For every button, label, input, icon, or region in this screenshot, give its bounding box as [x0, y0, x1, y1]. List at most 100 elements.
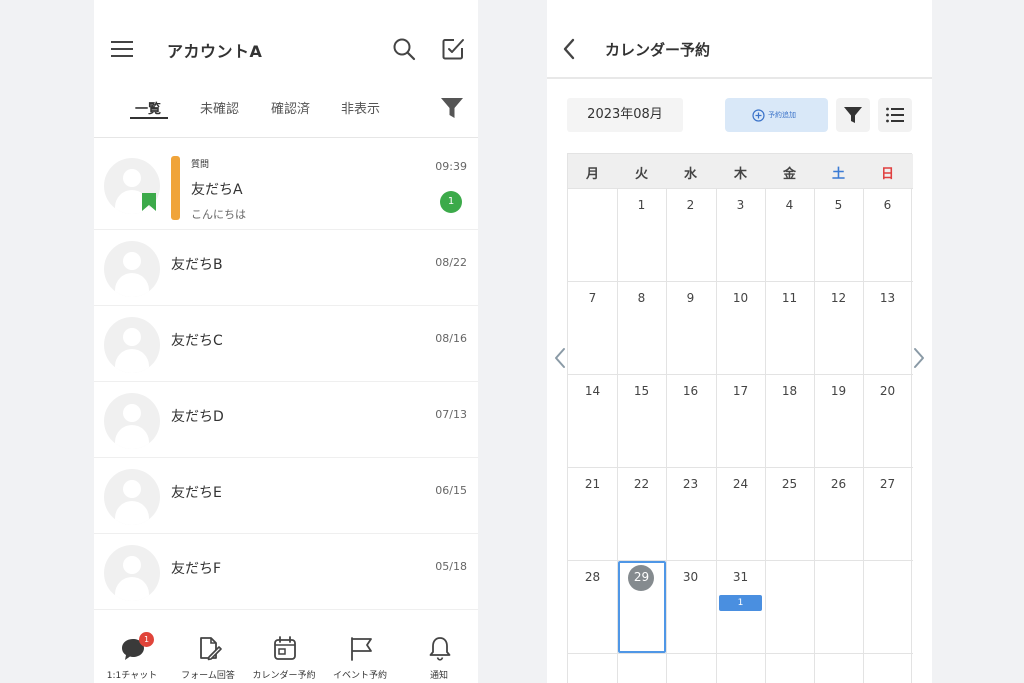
next-month-chevron-icon[interactable]: [912, 347, 926, 369]
chat-row-friend-a[interactable]: 質問 友だちA こんにちは 09:39 1: [94, 138, 478, 230]
nav-calendar[interactable]: カレンダー予約: [246, 620, 322, 683]
day-3[interactable]: 3: [716, 198, 765, 212]
chat-row-friend-f[interactable]: 友だちF 05/18: [94, 534, 478, 610]
filter-icon[interactable]: [440, 96, 464, 120]
tab-all[interactable]: 一覧: [135, 98, 161, 117]
chat-row-friend-c[interactable]: 友だちC 08/16: [94, 306, 478, 382]
day-21[interactable]: 21: [568, 477, 617, 491]
day-19[interactable]: 19: [814, 384, 863, 398]
day-24[interactable]: 24: [716, 477, 765, 491]
list-view-button[interactable]: [878, 98, 912, 132]
grid-hline: [568, 281, 913, 282]
chat-name: 友だちB: [171, 257, 223, 273]
calendar-screen: カレンダー予約 2023年08月 予約追加 月 火 水 木 金 土 日 1 2 …: [547, 0, 932, 683]
nav-calendar-label: カレンダー予約: [252, 671, 316, 681]
day-8[interactable]: 8: [617, 291, 666, 305]
chat-preview: こんにちは: [191, 208, 246, 221]
day-25[interactable]: 25: [765, 477, 814, 491]
chat-list-screen: アカウントA 一覧 未確認 確認済 非表示 質問 友だちA こんにちは 09:3…: [94, 0, 478, 683]
menu-icon[interactable]: [111, 38, 133, 60]
chat-row-friend-d[interactable]: 友だちD 07/13: [94, 382, 478, 458]
day-22[interactable]: 22: [617, 477, 666, 491]
add-reservation-button[interactable]: 予約追加: [725, 98, 828, 132]
chat-time: 06/15: [435, 484, 467, 497]
day-30[interactable]: 30: [666, 570, 715, 584]
grid-hline: [568, 653, 913, 654]
day-17[interactable]: 17: [716, 384, 765, 398]
day-16[interactable]: 16: [666, 384, 715, 398]
tab-unconfirmed[interactable]: 未確認: [200, 98, 239, 117]
chat-time: 08/22: [435, 256, 467, 269]
grid-hline: [568, 467, 913, 468]
reservation-count-chip[interactable]: 1: [719, 595, 762, 611]
filter-button[interactable]: [836, 98, 870, 132]
nav-chat-label: 1:1チャット: [106, 671, 158, 681]
nav-event[interactable]: イベント予約: [322, 620, 398, 683]
weekday-mon: 月: [585, 167, 599, 182]
day-20[interactable]: 20: [863, 384, 912, 398]
chat-list: 質問 友だちA こんにちは 09:39 1 友だちB 08/22 友だちC 08…: [94, 138, 478, 610]
day-23[interactable]: 23: [666, 477, 715, 491]
day-2[interactable]: 2: [666, 198, 715, 212]
avatar: [104, 317, 160, 373]
day-9[interactable]: 9: [666, 291, 715, 305]
day-13[interactable]: 13: [863, 291, 912, 305]
chat-time: 07/13: [435, 408, 467, 421]
chat-row-friend-e[interactable]: 友だちE 06/15: [94, 458, 478, 534]
day-18[interactable]: 18: [765, 384, 814, 398]
day-11[interactable]: 11: [765, 291, 814, 305]
compose-icon[interactable]: [441, 37, 465, 61]
account-title[interactable]: アカウントA: [167, 38, 262, 62]
chat-name: 友だちD: [171, 409, 224, 425]
bookmark-icon: [142, 193, 156, 211]
grid-vline: [716, 188, 717, 683]
back-chevron-icon[interactable]: [561, 38, 577, 60]
day-6[interactable]: 6: [863, 198, 912, 212]
nav-event-label: イベント予約: [332, 671, 387, 681]
nav-chat[interactable]: 1 1:1チャット: [94, 620, 170, 683]
prev-month-chevron-icon[interactable]: [553, 347, 567, 369]
chat-time: 09:39: [435, 160, 467, 173]
nav-form[interactable]: フォーム回答: [170, 620, 246, 683]
search-icon[interactable]: [392, 37, 416, 61]
day-28[interactable]: 28: [568, 570, 617, 584]
bottom-nav: 1 1:1チャット フォーム回答 カレンダー予約 イベント予約 通知: [94, 620, 478, 683]
grid-hline: [568, 188, 913, 189]
chat-name: 友だちF: [171, 561, 222, 577]
filter-icon: [844, 107, 862, 123]
weekday-thu: 木: [733, 167, 747, 182]
day-15[interactable]: 15: [617, 384, 666, 398]
chat-tabs: 一覧 未確認 確認済 非表示: [94, 92, 478, 138]
day-7[interactable]: 7: [568, 291, 617, 305]
day-5[interactable]: 5: [814, 198, 863, 212]
weekday-wed: 水: [683, 167, 697, 182]
day-31[interactable]: 31: [716, 570, 765, 584]
chat-name: 友だちE: [171, 485, 222, 501]
day-4[interactable]: 4: [765, 198, 814, 212]
weekday-sun: 日: [880, 167, 894, 182]
chat-row-friend-b[interactable]: 友だちB 08/22: [94, 230, 478, 306]
day-12[interactable]: 12: [814, 291, 863, 305]
nav-notification[interactable]: 通知: [401, 620, 477, 683]
chat-unread-badge: 1: [139, 632, 154, 647]
chat-tag: 質問: [191, 160, 210, 170]
day-26[interactable]: 26: [814, 477, 863, 491]
bell-icon: [429, 637, 451, 661]
day-14[interactable]: 14: [568, 384, 617, 398]
chat-name: 友だちA: [191, 182, 243, 198]
list-icon: [886, 107, 904, 123]
day-10[interactable]: 10: [716, 291, 765, 305]
avatar: [104, 393, 160, 449]
page-title: カレンダー予約: [605, 41, 711, 59]
selected-day-frame: [618, 561, 666, 653]
tab-confirmed[interactable]: 確認済: [271, 98, 310, 117]
day-27[interactable]: 27: [863, 477, 912, 491]
chat-header: アカウントA: [94, 0, 478, 96]
day-1[interactable]: 1: [617, 198, 666, 212]
tab-hidden[interactable]: 非表示: [341, 98, 380, 117]
weekday-sat: 土: [831, 167, 845, 182]
month-selector[interactable]: 2023年08月: [567, 98, 683, 132]
weekday-header: 月 火 水 木 金 土 日: [568, 154, 913, 188]
avatar: [104, 545, 160, 601]
grid-hline: [568, 374, 913, 375]
